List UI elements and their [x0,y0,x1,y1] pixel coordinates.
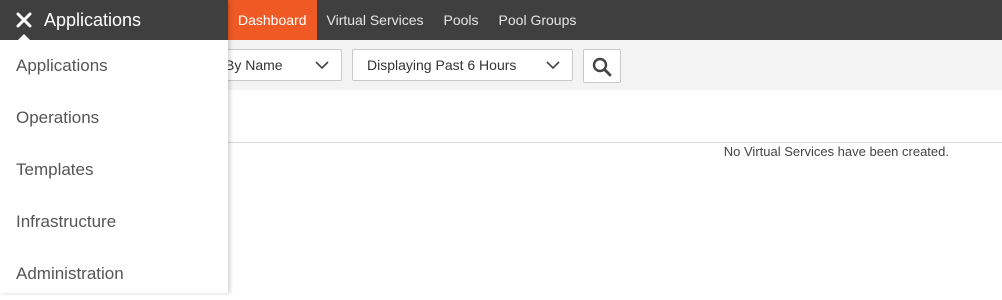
tab-pools[interactable]: Pools [434,0,489,40]
chevron-down-icon [315,61,329,70]
drawer-title: Applications [44,10,142,30]
tab-pool-groups[interactable]: Pool Groups [489,0,587,40]
menu-item-applications[interactable]: Applications [0,40,228,92]
search-icon [592,57,612,77]
menu-item-infrastructure[interactable]: Infrastructure [0,196,228,248]
main-tabs: Dashboard Virtual Services Pools Pool Gr… [228,0,586,40]
time-range-value: Displaying Past 6 Hours [367,57,517,73]
empty-state-message: No Virtual Services have been created. [723,144,949,159]
time-range-select[interactable]: Displaying Past 6 Hours [352,49,573,81]
menu-item-templates[interactable]: Templates [0,144,228,196]
content-divider [228,142,1002,143]
menu-item-administration[interactable]: Administration [0,248,228,300]
chevron-down-icon [546,61,560,70]
drawer-header: Applications [0,0,228,41]
search-button[interactable] [583,49,621,83]
sort-by-value: By Name [225,57,283,73]
sort-by-select[interactable]: By Name [210,49,342,81]
tab-virtual-services[interactable]: Virtual Services [317,0,434,40]
drawer-menu: Applications Operations Templates Infras… [0,40,228,300]
menu-item-operations[interactable]: Operations [0,92,228,144]
close-icon[interactable] [16,12,32,28]
tab-dashboard[interactable]: Dashboard [228,0,317,40]
navigation-drawer: Applications Applications Operations Tem… [0,0,228,293]
